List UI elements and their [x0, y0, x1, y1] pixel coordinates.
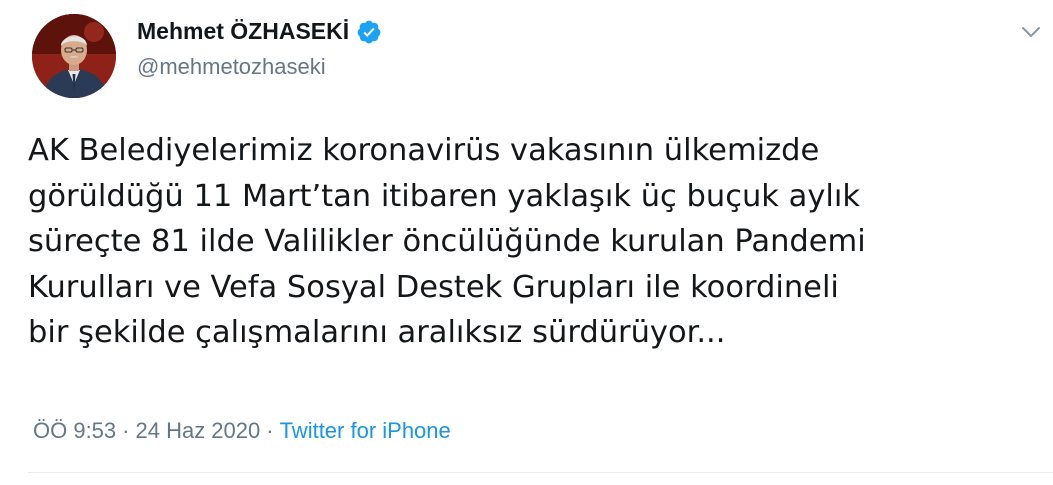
chevron-down-icon [1022, 27, 1040, 37]
tweet-text-line: Kurulları ve Vefa Sosyal Destek Grupları… [28, 269, 839, 305]
tweet-text-line: AK Belediyelerimiz koronavirüs vakasının… [28, 133, 820, 168]
display-name-text[interactable]: Mehmet ÖZHASEKİ [137, 18, 349, 45]
tweet-metadata: ÖÖ 9:53 · 24 Haz 2020 · Twitter for iPho… [33, 418, 451, 444]
avatar[interactable] [32, 14, 116, 98]
tweet-time[interactable]: ÖÖ 9:53 [33, 418, 116, 444]
user-handle[interactable]: @mehmetozhaseki [137, 54, 326, 80]
tweet-text: AK Belediyelerimiz koronavirüs vakasının… [28, 128, 1028, 356]
tweet-card: Mehmet ÖZHASEKİ @mehmetozhaseki AK Beled… [0, 0, 1053, 485]
tweet-text-line: bir şekilde çalışmalarını aralıksız sürd… [28, 315, 726, 350]
avatar-image [32, 14, 116, 98]
tweet-menu-button[interactable] [1017, 18, 1045, 46]
divider [28, 472, 1053, 473]
meta-separator: · [266, 418, 274, 443]
verified-badge-icon [356, 19, 382, 45]
display-name[interactable]: Mehmet ÖZHASEKİ [137, 18, 382, 45]
meta-separator: · [122, 418, 130, 443]
tweet-source-link[interactable]: Twitter for iPhone [280, 418, 451, 444]
tweet-text-line: süreçte 81 ilde Valilikler öncülüğünde k… [28, 224, 866, 259]
tweet-date[interactable]: 24 Haz 2020 [135, 418, 260, 444]
tweet-text-line: görüldüğü 11 Mart’tan itibaren yaklaşık … [28, 178, 861, 214]
